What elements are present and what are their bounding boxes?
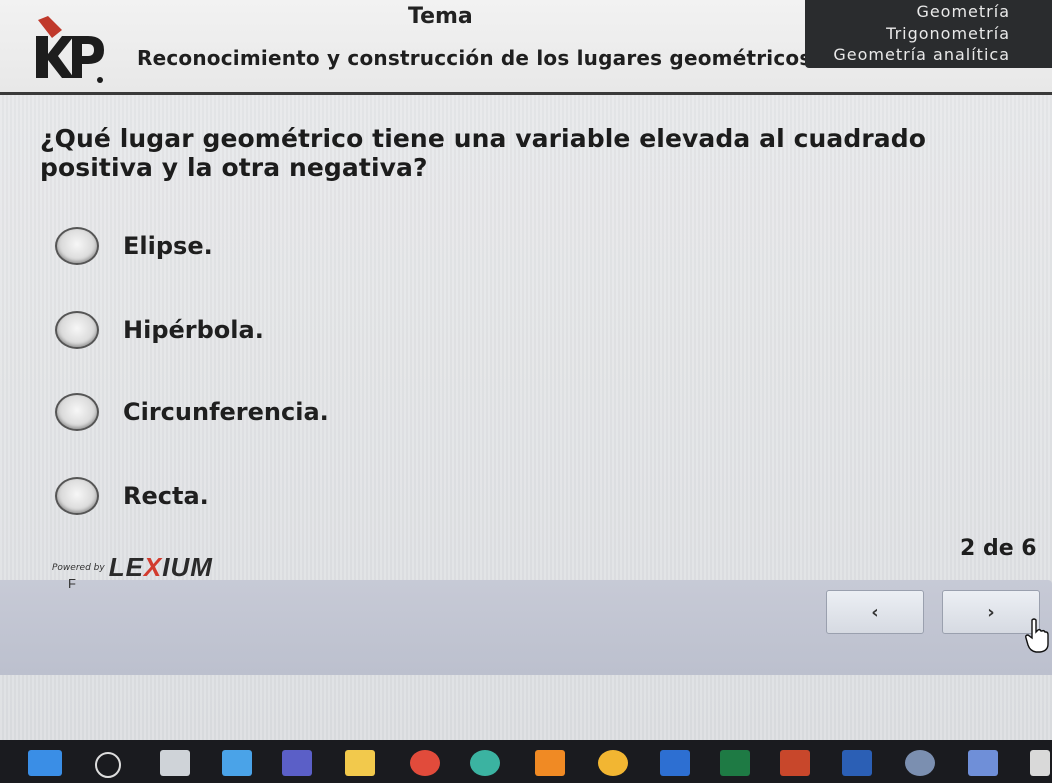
vlc-icon[interactable]	[535, 750, 565, 776]
topic-subtitle: Reconocimiento y construcción de los lug…	[137, 46, 820, 70]
lexium-x: X	[143, 552, 163, 582]
file-explorer-icon[interactable]	[345, 750, 375, 776]
question-text: ¿Qué lugar geométrico tiene una variable…	[40, 124, 927, 182]
topic-trigonometria: Trigonometría	[886, 24, 1010, 43]
topic-geometria-analitica: Geometría analítica	[833, 45, 1010, 64]
chrome-icon[interactable]	[410, 750, 440, 776]
powerpoint-icon[interactable]	[780, 750, 810, 776]
answer-option-hiperbola[interactable]: Hipérbola.	[55, 308, 264, 352]
answer-option-elipse[interactable]: Elipse.	[55, 224, 213, 268]
sub-letter: F	[68, 576, 76, 591]
radio-button[interactable]	[55, 227, 99, 265]
answer-label: Hipérbola.	[123, 316, 264, 344]
chevron-right-icon: ›	[987, 601, 995, 623]
answer-option-circunferencia[interactable]: Circunferencia.	[55, 390, 329, 434]
r-console-icon[interactable]	[968, 750, 998, 776]
lexium-logo: LEXIUM	[109, 552, 213, 583]
hand-cursor-icon	[1025, 618, 1049, 653]
tema-label: Tema	[408, 4, 473, 29]
task-view-icon[interactable]	[160, 750, 190, 776]
taskbar	[0, 740, 1052, 783]
widgets-icon[interactable]	[222, 750, 252, 776]
lexium-part2: IUM	[162, 552, 213, 582]
start-icon[interactable]	[28, 750, 62, 776]
radio-button[interactable]	[55, 477, 99, 515]
kp-logo	[36, 16, 104, 83]
lexium-part1: LE	[108, 552, 144, 582]
r-icon[interactable]	[905, 750, 935, 776]
excel-icon[interactable]	[720, 750, 750, 776]
question-counter: 2 de 6	[960, 536, 1037, 561]
chevron-left-icon: ‹	[871, 601, 879, 623]
radio-button[interactable]	[55, 311, 99, 349]
word-icon[interactable]	[842, 750, 872, 776]
quiz-screen: Tema Reconocimiento y construcción de lo…	[0, 0, 1052, 740]
answer-label: Circunferencia.	[123, 398, 329, 426]
topics-panel: Geometría Trigonometría Geometría analít…	[805, 0, 1052, 68]
store-icon[interactable]	[660, 750, 690, 776]
powered-by-lexium: Powered by LEXIUM	[52, 552, 213, 583]
answer-label: Elipse.	[123, 232, 213, 260]
edge-icon[interactable]	[470, 750, 500, 776]
previous-button[interactable]: ‹	[826, 590, 924, 634]
header: Tema Reconocimiento y construcción de lo…	[0, 0, 1052, 95]
chrome-canary-icon[interactable]	[598, 750, 628, 776]
powered-by-text: Powered by	[52, 562, 105, 573]
teams-icon[interactable]	[282, 750, 312, 776]
search-icon[interactable]	[95, 752, 121, 778]
answer-option-recta[interactable]: Recta.	[55, 474, 209, 518]
topic-geometria: Geometría	[916, 2, 1010, 21]
radio-button[interactable]	[55, 393, 99, 431]
app-icon[interactable]	[1030, 750, 1050, 776]
answer-label: Recta.	[123, 482, 209, 510]
